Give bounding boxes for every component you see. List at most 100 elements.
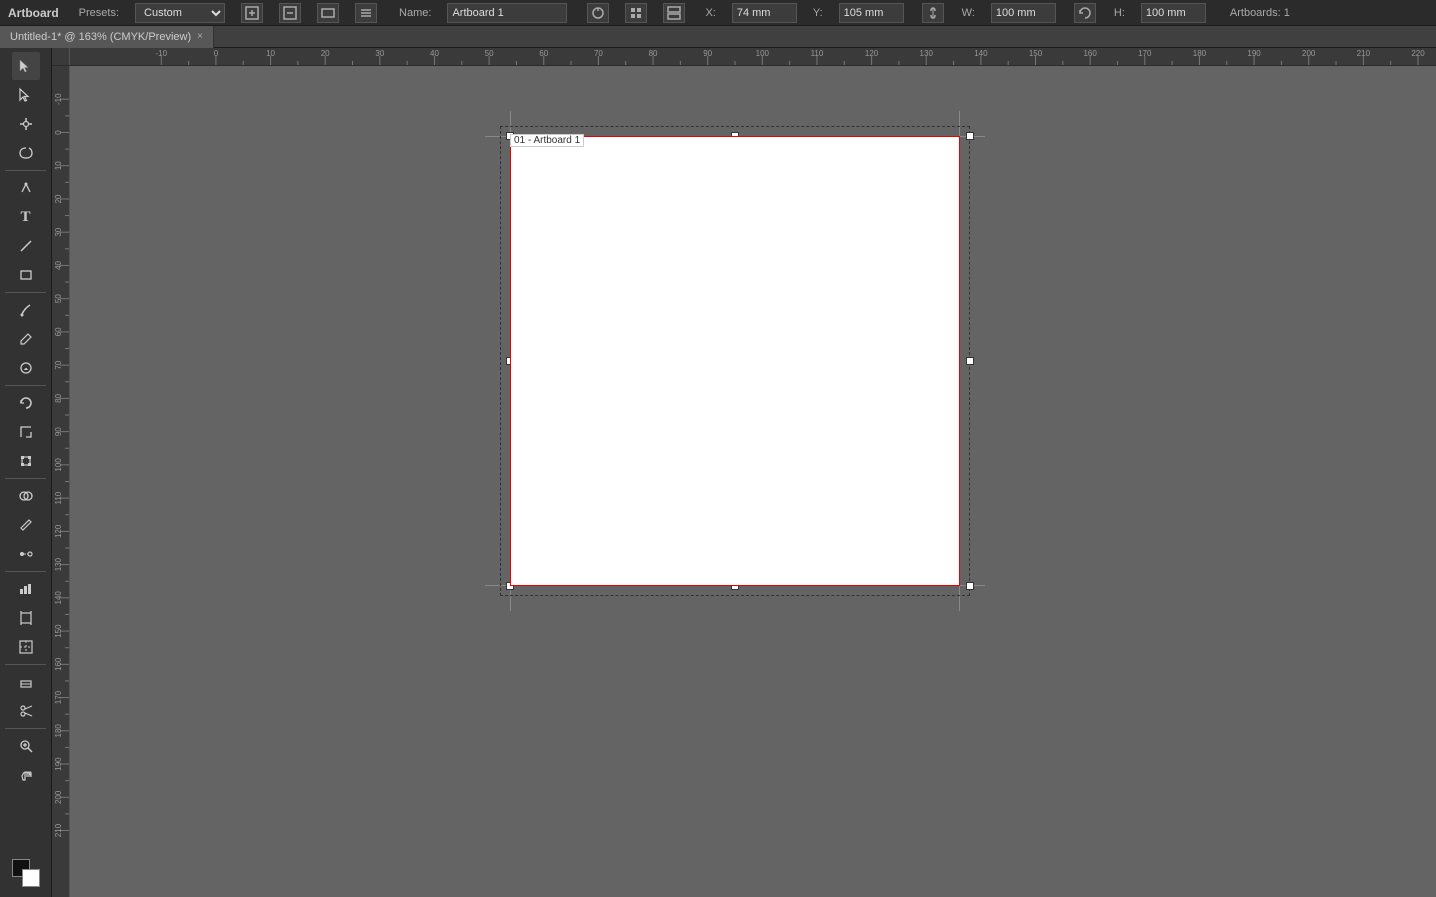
tab-bar: Untitled-1* @ 163% (CMYK/Preview) × xyxy=(0,26,1436,48)
rearrange-btn[interactable] xyxy=(355,3,377,23)
left-toolbar: T xyxy=(0,48,52,897)
refresh-btn[interactable] xyxy=(1074,3,1096,23)
tool-separator-2 xyxy=(5,292,46,293)
svg-text:200: 200 xyxy=(54,790,63,804)
artboards-count: Artboards: 1 xyxy=(1230,7,1290,19)
constrain-proportions-btn[interactable] xyxy=(922,3,944,23)
background-swatch[interactable] xyxy=(22,869,40,887)
tool-separator-5 xyxy=(5,571,46,572)
ruler-left: -100102030405060708090100110120130140150… xyxy=(52,66,70,897)
svg-text:220: 220 xyxy=(1411,49,1425,58)
handle-mr[interactable] xyxy=(966,357,974,365)
pencil-tool-btn[interactable] xyxy=(12,325,40,353)
tool-separator-7 xyxy=(5,728,46,729)
svg-text:150: 150 xyxy=(1029,49,1043,58)
app-name: Artboard xyxy=(8,6,59,20)
w-label: W: xyxy=(962,7,975,19)
type-tool-btn[interactable]: T xyxy=(12,203,40,231)
slice-tool-btn[interactable] xyxy=(12,633,40,661)
svg-text:100: 100 xyxy=(756,49,770,58)
x-input[interactable] xyxy=(732,3,797,23)
svg-text:40: 40 xyxy=(54,260,63,269)
document-tab[interactable]: Untitled-1* @ 163% (CMYK/Preview) × xyxy=(0,26,214,48)
handle-br[interactable] xyxy=(966,582,974,590)
color-swatch-pair[interactable] xyxy=(12,859,40,887)
menu-bar: Artboard Presets: Custom Letter A4 Name:… xyxy=(0,0,1436,26)
color-swatches xyxy=(12,859,40,893)
svg-text:100: 100 xyxy=(54,458,63,472)
pen-tool-btn[interactable] xyxy=(12,174,40,202)
svg-text:30: 30 xyxy=(375,49,384,58)
svg-text:210: 210 xyxy=(54,823,63,837)
selection-tool-btn[interactable] xyxy=(12,52,40,80)
transform-icon-btn[interactable] xyxy=(587,3,609,23)
svg-text:20: 20 xyxy=(54,194,63,203)
svg-text:160: 160 xyxy=(54,657,63,671)
lasso-tool-btn[interactable] xyxy=(12,139,40,167)
type-icon: T xyxy=(20,209,30,226)
eyedropper-tool-btn[interactable] xyxy=(12,511,40,539)
grid-btn2[interactable] xyxy=(663,3,685,23)
blend-tool-btn[interactable] xyxy=(12,540,40,568)
svg-text:110: 110 xyxy=(811,49,824,58)
direct-select-tool-btn[interactable] xyxy=(12,81,40,109)
svg-text:-10: -10 xyxy=(54,93,63,105)
zoom-tool-btn[interactable] xyxy=(12,732,40,760)
new-artboard-btn[interactable] xyxy=(241,3,263,23)
tool-separator-4 xyxy=(5,478,46,479)
svg-text:160: 160 xyxy=(1083,49,1097,58)
svg-text:130: 130 xyxy=(54,557,63,571)
delete-artboard-btn[interactable] xyxy=(279,3,301,23)
y-input[interactable] xyxy=(839,3,904,23)
grid-btn1[interactable] xyxy=(625,3,647,23)
paintbrush-tool-btn[interactable] xyxy=(12,296,40,324)
ruler-left-marks: -100102030405060708090100110120130140150… xyxy=(52,66,70,897)
handle-tr[interactable] xyxy=(966,132,974,140)
artboard-label: 01 - Artboard 1 xyxy=(510,134,584,147)
svg-text:130: 130 xyxy=(920,49,934,58)
scissors-tool-btn[interactable] xyxy=(12,697,40,725)
svg-text:70: 70 xyxy=(594,49,603,58)
canvas-area[interactable]: -100102030405060708090100110120130140150… xyxy=(52,48,1436,897)
svg-text:140: 140 xyxy=(54,591,63,605)
blob-brush-tool-btn[interactable] xyxy=(12,354,40,382)
artboard-canvas[interactable] xyxy=(510,136,960,586)
artboard-tool-btn[interactable] xyxy=(12,604,40,632)
presets-label: Presets: xyxy=(79,7,119,19)
svg-text:210: 210 xyxy=(1357,49,1371,58)
artboard-options-btn[interactable] xyxy=(317,3,339,23)
svg-text:190: 190 xyxy=(54,757,63,771)
h-input[interactable] xyxy=(1141,3,1206,23)
shape-builder-tool-btn[interactable] xyxy=(12,482,40,510)
svg-text:70: 70 xyxy=(54,360,63,369)
svg-text:80: 80 xyxy=(649,49,658,58)
artboard-container: 01 - Artboard 1 xyxy=(510,136,960,586)
rotate-tool-btn[interactable] xyxy=(12,389,40,417)
hand-tool-btn[interactable] xyxy=(12,761,40,789)
artboard-name-input[interactable] xyxy=(447,3,567,23)
y-label: Y: xyxy=(813,7,823,19)
svg-text:170: 170 xyxy=(54,690,63,704)
magic-wand-tool-btn[interactable] xyxy=(12,110,40,138)
svg-text:120: 120 xyxy=(865,49,879,58)
svg-text:180: 180 xyxy=(54,724,63,738)
svg-text:180: 180 xyxy=(1193,49,1207,58)
svg-text:200: 200 xyxy=(1302,49,1316,58)
svg-text:170: 170 xyxy=(1138,49,1152,58)
bar-chart-tool-btn[interactable] xyxy=(12,575,40,603)
w-input[interactable] xyxy=(991,3,1056,23)
doc-tab-title: Untitled-1* @ 163% (CMYK/Preview) xyxy=(10,31,191,43)
svg-text:30: 30 xyxy=(54,227,63,236)
svg-text:40: 40 xyxy=(430,49,439,58)
scale-tool-btn[interactable] xyxy=(12,418,40,446)
canvas-content[interactable]: 01 - Artboard 1 xyxy=(70,66,1436,897)
x-label: X: xyxy=(705,7,715,19)
eraser-tool-btn[interactable] xyxy=(12,668,40,696)
presets-dropdown[interactable]: Custom Letter A4 xyxy=(135,3,225,23)
h-label: H: xyxy=(1114,7,1125,19)
line-tool-btn[interactable] xyxy=(12,232,40,260)
free-transform-tool-btn[interactable] xyxy=(12,447,40,475)
svg-text:50: 50 xyxy=(485,49,494,58)
rectangle-tool-btn[interactable] xyxy=(12,261,40,289)
doc-tab-close[interactable]: × xyxy=(197,31,203,42)
